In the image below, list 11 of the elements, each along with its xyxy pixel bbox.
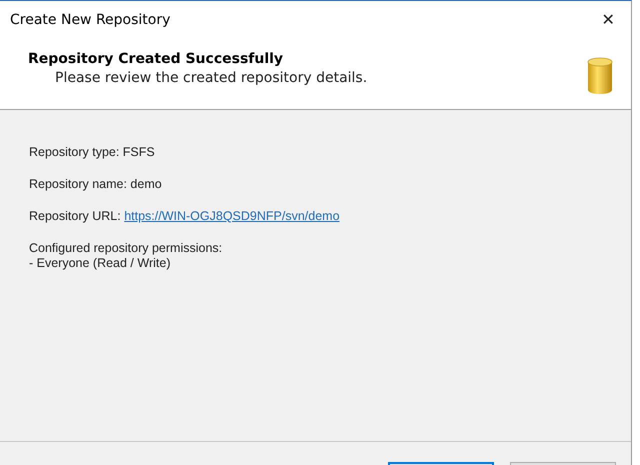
page-subtitle: Please review the created repository details.: [55, 70, 368, 86]
database-icon: [587, 57, 613, 95]
detail-text: Repository type: FSFS: [29, 145, 156, 160]
detail-label: Repository URL:: [29, 209, 122, 223]
detail-text: - Everyone (Read / Write): [29, 256, 172, 271]
url-link[interactable]: https://WIN-OGJ8QSD9NFP/svn/demo: [124, 209, 340, 223]
close-button[interactable]: ✕: [585, 1, 631, 38]
page-title: Repository Created Successfully: [28, 51, 284, 67]
window-title: Create New Repository: [10, 12, 170, 28]
detail-text: Repository name: demo: [29, 177, 163, 192]
detail-text: Configured repository permissions:: [29, 241, 224, 256]
